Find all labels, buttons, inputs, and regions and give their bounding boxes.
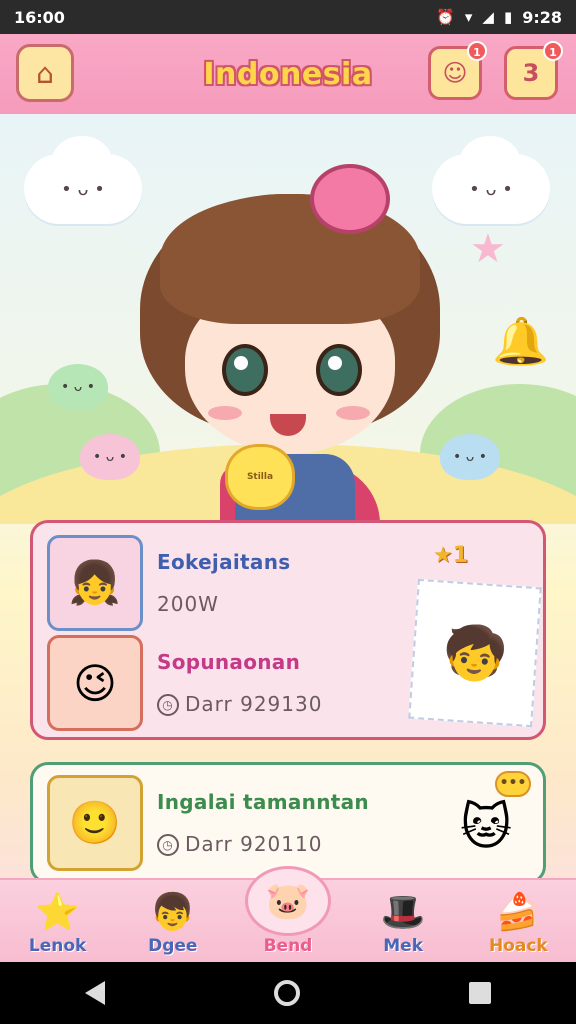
plush-toy: Stilla <box>225 444 295 510</box>
bell-icon: 🔔 <box>492 314 550 368</box>
main-character[interactable]: Stilla <box>140 164 440 524</box>
status-icons: ⏰ ▾ ◢ ▮ 9:28 <box>436 8 562 27</box>
chat-bubble-icon[interactable]: ••• <box>495 771 531 797</box>
counter-label: 3 <box>522 59 540 87</box>
home-icon[interactable] <box>273 980 300 1006</box>
wifi-icon: ▾ <box>464 8 473 26</box>
top-header: ⌂ Indonesia ☺ 1 3 1 <box>0 34 576 114</box>
back-icon[interactable] <box>84 981 105 1005</box>
house-star-icon: ⌂ <box>36 56 54 90</box>
avatar: 🙂 <box>47 775 143 871</box>
bottom-nav: ⭐ Lenok 👦 Dgee 🐷 Bend 🎩 Mek 🍰 Hoack <box>0 866 576 962</box>
notification-badge: 1 <box>467 41 487 61</box>
nav-item-mek[interactable]: 🎩 Mek <box>353 888 453 956</box>
avatar: 😉 <box>47 635 143 731</box>
nav-item-bend[interactable]: 🐷 Bend <box>238 866 338 956</box>
nav-item-hoack[interactable]: 🍰 Hoack <box>468 888 568 956</box>
player-name: Ingalai tamanntan <box>157 789 369 814</box>
nav-item-lenok[interactable]: ⭐ Lenok <box>8 888 108 956</box>
pink-blob-icon: • ᴗ • <box>80 434 140 480</box>
player-time: ◷ Darr 920110 <box>157 832 369 857</box>
battery-icon: ▮ <box>503 8 513 26</box>
cloud-right: • ᴗ • <box>432 136 550 224</box>
recents-icon[interactable] <box>469 982 492 1004</box>
avatar: 👧 <box>47 535 143 631</box>
list-item[interactable]: 👧 Eokejaitans 200W <box>47 535 290 631</box>
star-icon: ★ <box>470 226 506 272</box>
home-button[interactable]: ⌂ <box>16 44 74 102</box>
status-bar: 16:00 ⏰ ▾ ◢ ▮ 9:28 <box>0 0 576 34</box>
hero-scene: • ᴗ • • ᴗ • ★ 🔔 • ᴗ • • ᴗ • • ᴗ • Stilla <box>0 114 576 524</box>
player-name: Sopunaonan <box>157 649 301 674</box>
game-screen: ⌂ Indonesia ☺ 1 3 1 • ᴗ • • ᴗ • ★ 🔔 • ᴗ … <box>0 34 576 962</box>
blue-blob-icon: • ᴗ • <box>440 434 500 480</box>
system-nav-bar <box>0 962 576 1024</box>
character-icon: 👦 <box>150 892 196 933</box>
signal-icon: ◢ <box>482 8 494 26</box>
nav-label: Mek <box>383 936 424 956</box>
player-score: 200W <box>157 592 219 616</box>
nav-label: Dgee <box>148 936 198 956</box>
clock-icon: ◷ <box>157 694 179 717</box>
pig-icon: 🐷 <box>244 866 331 936</box>
nav-label: Lenok <box>28 936 87 956</box>
rank-label: ★1 <box>433 543 469 568</box>
cake-icon: 🍰 <box>495 892 541 933</box>
nav-item-dgee[interactable]: 👦 Dgee <box>123 888 223 956</box>
profile-button[interactable]: ☺ 1 <box>428 41 487 100</box>
alarm-icon: ⏰ <box>436 8 455 26</box>
plush-text: Stilla <box>246 472 274 482</box>
star-icon: ⭐ <box>35 892 80 933</box>
clock-icon: ◷ <box>157 834 179 857</box>
character-icon: 🧒 <box>440 621 510 686</box>
nav-label: Hoack <box>488 936 548 956</box>
hair-bun <box>310 164 390 234</box>
counter-button[interactable]: 3 1 <box>504 41 563 100</box>
ranking-card: 👧 Eokejaitans 200W 😉 Sopunaonan ◷ Darr 92… <box>30 520 546 740</box>
list-item[interactable]: 😉 Sopunaonan ◷ Darr 929130 <box>47 635 322 731</box>
list-item[interactable]: 🙂 Ingalai tamanntan ◷ Darr 920110 <box>47 775 369 871</box>
hat-icon: 🎩 <box>380 892 426 933</box>
status-time-right: 9:28 <box>522 7 562 27</box>
player-name: Eokejaitans <box>157 550 291 574</box>
status-time-left: 16:00 <box>14 7 65 27</box>
green-blob-icon: • ᴗ • <box>48 364 108 410</box>
featured-character-card[interactable]: 🧒 <box>408 578 542 728</box>
player-time: ◷ Darr 929130 <box>157 692 322 717</box>
cloud-left: • ᴗ • <box>24 136 142 224</box>
nav-label: Bend <box>263 936 313 956</box>
face-icon: ☺ <box>442 59 468 87</box>
page-title: Indonesia <box>203 56 373 92</box>
notification-badge: 1 <box>543 41 563 61</box>
